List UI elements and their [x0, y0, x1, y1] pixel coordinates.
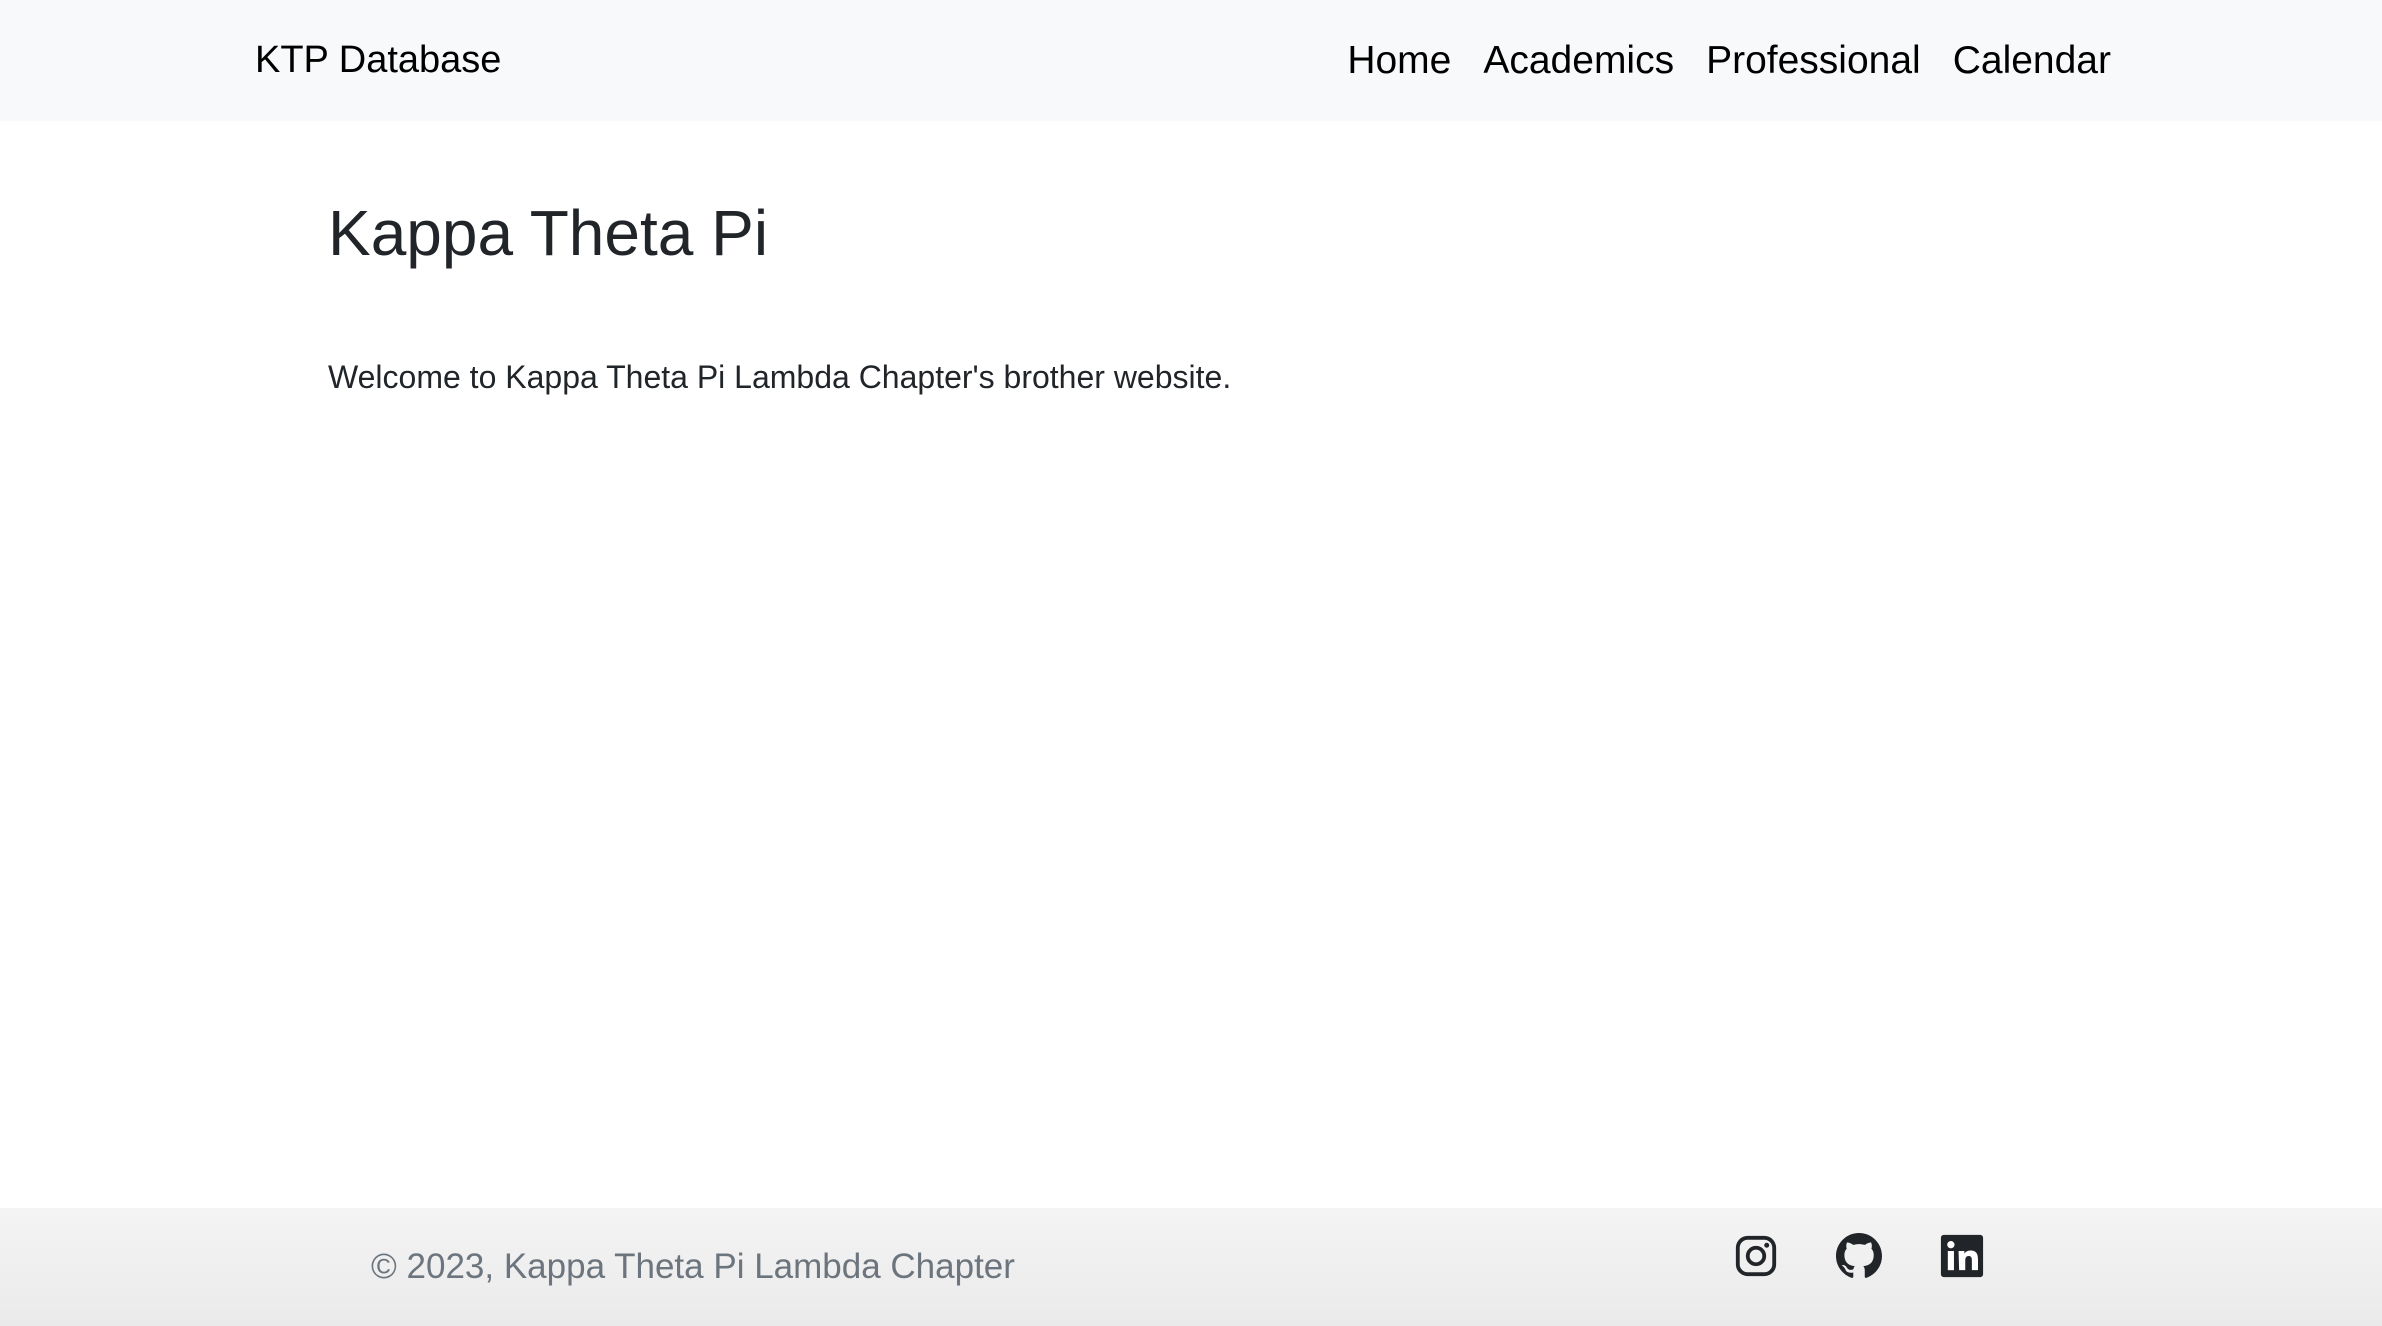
nav-links: Home Academics Professional Calendar	[1347, 0, 2111, 121]
footer: © 2023, Kappa Theta Pi Lambda Chapter	[0, 1208, 2382, 1326]
github-icon	[1836, 1233, 1882, 1278]
nav-link-professional[interactable]: Professional	[1706, 39, 1921, 83]
copyright-text: © 2023, Kappa Theta Pi Lambda Chapter	[371, 1247, 1015, 1286]
instagram-icon	[1735, 1235, 1777, 1277]
navbar: KTP Database Home Academics Professional…	[0, 0, 2382, 121]
github-link[interactable]	[1836, 1233, 1882, 1279]
linkedin-link[interactable]	[1939, 1233, 1985, 1279]
welcome-text: Welcome to Kappa Theta Pi Lambda Chapter…	[328, 359, 1232, 395]
brand-link[interactable]: KTP Database	[255, 0, 501, 121]
nav-link-calendar[interactable]: Calendar	[1953, 39, 2111, 83]
social-links	[1733, 1233, 1985, 1279]
page-title: Kappa Theta Pi	[328, 197, 769, 269]
nav-link-academics[interactable]: Academics	[1483, 39, 1674, 83]
nav-link-home[interactable]: Home	[1347, 39, 1451, 83]
instagram-link[interactable]	[1733, 1233, 1779, 1279]
linkedin-icon	[1940, 1234, 1984, 1278]
page: KTP Database Home Academics Professional…	[0, 0, 2382, 1326]
